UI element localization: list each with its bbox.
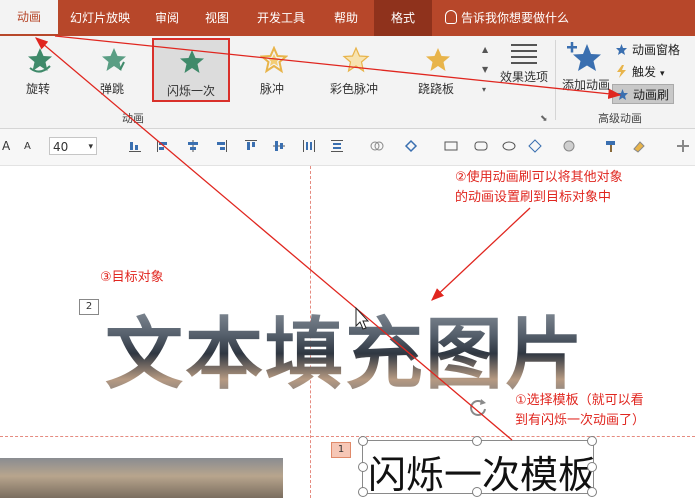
effect-options-label: 效果选项 <box>499 70 548 84</box>
resize-handle[interactable] <box>472 436 482 446</box>
animation-bounce[interactable]: 弹跳 <box>76 38 148 102</box>
tab-developer[interactable]: 开发工具 <box>244 0 318 36</box>
tab-help[interactable]: 帮助 <box>322 0 370 36</box>
trigger-label: 触发 <box>632 65 657 79</box>
gallery-more-icon[interactable]: ▾ <box>482 80 492 100</box>
shape-merge-icon[interactable] <box>370 139 384 153</box>
color-pulse-star-icon <box>342 46 370 73</box>
animation-label: 跷跷板 <box>417 82 454 96</box>
shape-effects-icon[interactable] <box>562 139 576 153</box>
animation-pane-button[interactable]: 动画窗格 <box>612 40 680 60</box>
eraser-icon[interactable] <box>632 139 646 153</box>
group-divider <box>555 40 556 120</box>
animation-pulse[interactable]: 脉冲 <box>236 38 308 102</box>
target-object-text[interactable]: 文本填充图片 <box>105 292 585 404</box>
effect-options-button[interactable]: 效果选项 <box>496 40 552 100</box>
annotation-step1-line2: 到有闪烁一次动画了） <box>515 413 646 428</box>
spin-star-icon <box>28 48 52 73</box>
annotation-step3: ③目标对象 <box>100 270 164 285</box>
add-animation-icon <box>567 42 601 71</box>
photo-thumbnail[interactable] <box>0 458 283 498</box>
lightbulb-icon <box>445 10 457 24</box>
tab-slideshow[interactable]: 幻灯片放映 <box>60 0 140 36</box>
resize-handle[interactable] <box>358 436 368 446</box>
distribute-icon[interactable] <box>302 139 316 153</box>
ribbon-tab-bar: 动画 幻灯片放映 审阅 视图 开发工具 帮助 格式 告诉我你想要做什么 <box>0 0 695 36</box>
align-center-icon[interactable] <box>186 139 200 153</box>
animation-pane-label: 动画窗格 <box>632 43 681 57</box>
gallery-scroll[interactable]: ▲ ▼ ▾ <box>482 40 492 100</box>
animation-label: 旋转 <box>25 82 50 96</box>
group-label-advanced: 高级动画 <box>598 112 642 125</box>
add-icon[interactable] <box>676 139 690 153</box>
ribbon-panel: 旋转 弹跳 闪烁一次 脉冲 彩色脉冲 跷跷板 ▲ ▼ ▾ 效果选项 动画 添加动… <box>0 36 695 129</box>
trigger-button[interactable]: 触发 ▾ <box>612 62 665 82</box>
font-size-value: 40 <box>53 140 69 154</box>
rectangle-shape-icon[interactable] <box>444 139 458 153</box>
animation-order-badge: 1 <box>331 442 351 458</box>
pulse-star-icon <box>260 46 288 74</box>
template-object-text[interactable]: 闪烁一次模板 <box>368 444 596 499</box>
add-animation-button[interactable]: 添加动画 <box>560 38 610 102</box>
flash-star-icon <box>180 50 204 73</box>
resize-handle[interactable] <box>587 487 597 497</box>
animation-painter-button[interactable]: 动画刷 <box>612 84 674 104</box>
tell-me-label: 告诉我你想要做什么 <box>461 11 570 25</box>
tab-review[interactable]: 审阅 <box>142 0 192 36</box>
rounded-rectangle-icon[interactable] <box>474 139 488 153</box>
dialog-launcher-icon[interactable]: ⬊ <box>540 114 548 124</box>
resize-handle[interactable] <box>358 487 368 497</box>
add-animation-label: 添加动画 <box>561 78 610 92</box>
tell-me-search[interactable]: 告诉我你想要做什么 <box>445 0 569 36</box>
tab-animations[interactable]: 动画 <box>0 0 58 36</box>
animation-gallery: 旋转 弹跳 闪烁一次 脉冲 彩色脉冲 跷跷板 <box>0 38 480 104</box>
animation-label: 脉冲 <box>259 82 284 96</box>
animation-spin[interactable]: 旋转 <box>2 38 74 102</box>
animation-flash-once[interactable]: 闪烁一次 <box>152 38 230 102</box>
animation-painter-icon <box>617 89 628 100</box>
gallery-down-icon[interactable]: ▼ <box>482 60 492 80</box>
annotation-step2-line2: 的动画设置刷到目标对象中 <box>455 190 612 205</box>
annotation-step2-line1: ②使用动画刷可以将其他对象 <box>455 170 623 185</box>
format-toolbar: A A 40 ▾ <box>0 129 695 166</box>
align-top-icon[interactable] <box>244 139 258 153</box>
animation-label: 彩色脉冲 <box>329 82 378 96</box>
align-middle-icon[interactable] <box>272 139 286 153</box>
format-painter-icon[interactable] <box>604 139 618 153</box>
chevron-down-icon: ▾ <box>660 69 665 79</box>
annotation-step1-line1: ①选择模板（就可以看 <box>515 393 644 408</box>
chevron-down-icon: ▾ <box>88 142 93 152</box>
oval-shape-icon[interactable] <box>502 139 516 153</box>
shape-fill-icon[interactable] <box>404 139 418 153</box>
animation-teeter[interactable]: 跷跷板 <box>400 38 472 102</box>
animation-painter-label: 动画刷 <box>633 88 670 102</box>
font-size-field[interactable]: 40 ▾ <box>49 137 97 155</box>
gallery-up-icon[interactable]: ▲ <box>482 40 492 60</box>
resize-handle[interactable] <box>472 487 482 497</box>
bounce-star-icon <box>102 48 126 71</box>
align-left-icon[interactable] <box>156 139 170 153</box>
resize-handle[interactable] <box>587 462 597 472</box>
resize-handle[interactable] <box>358 462 368 472</box>
animation-color-pulse[interactable]: 彩色脉冲 <box>318 38 390 102</box>
rotate-handle-icon[interactable] <box>467 397 489 419</box>
teeter-star-icon <box>426 48 450 71</box>
resize-handle[interactable] <box>587 436 597 446</box>
animation-label: 弹跳 <box>99 82 124 96</box>
lightning-icon <box>617 65 626 78</box>
tab-view[interactable]: 视图 <box>194 0 240 36</box>
distribute-vertical-icon[interactable] <box>330 139 344 153</box>
animation-label: 闪烁一次 <box>166 84 215 98</box>
animation-pane-icon <box>616 44 627 55</box>
effect-options-icon <box>511 44 537 64</box>
shape-outline-icon[interactable] <box>528 139 542 153</box>
group-label-animation: 动画 <box>122 112 144 125</box>
align-right-icon[interactable] <box>214 139 228 153</box>
tab-format[interactable]: 格式 <box>374 0 432 36</box>
animation-order-badge: 2 <box>79 299 99 315</box>
shrink-font-icon[interactable]: A <box>24 141 31 152</box>
grow-font-icon[interactable]: A <box>2 139 10 153</box>
align-bottom-icon[interactable] <box>128 139 142 153</box>
